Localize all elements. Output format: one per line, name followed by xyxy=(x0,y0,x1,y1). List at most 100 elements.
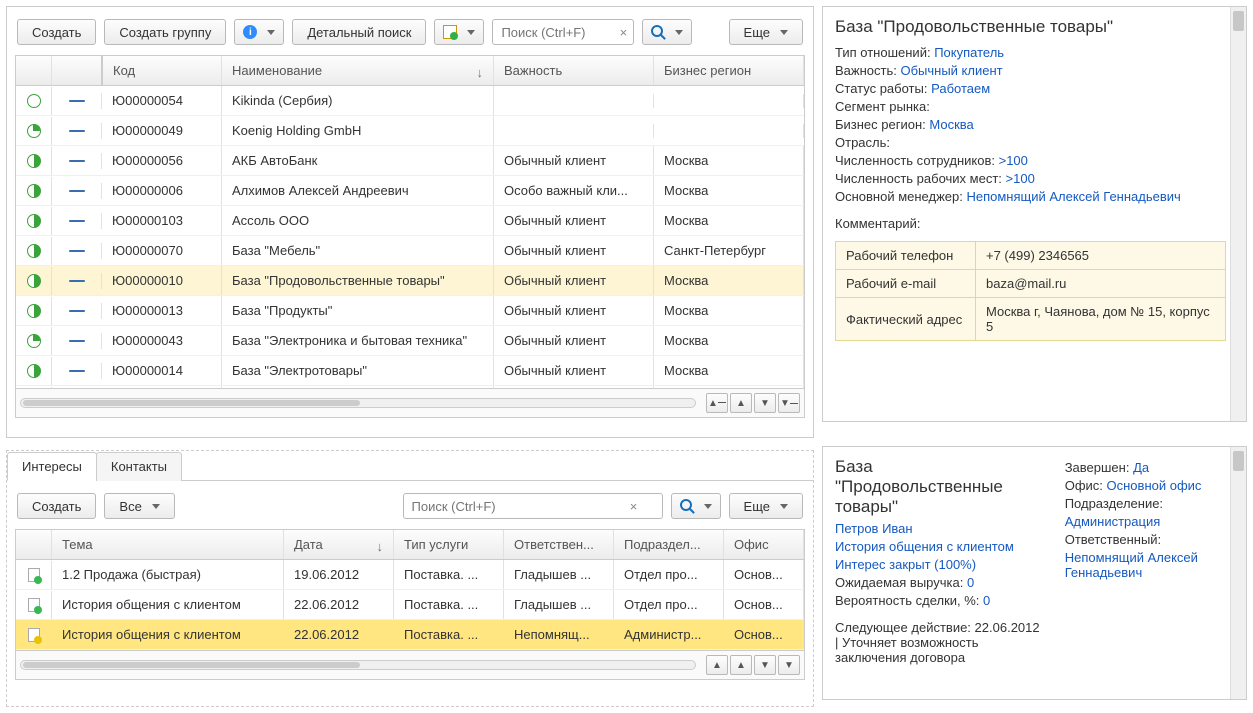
col-date[interactable]: Дата↓ xyxy=(284,530,394,559)
col-responsible[interactable]: Ответствен... xyxy=(504,530,614,559)
cell-responsible: Гладышев ... xyxy=(504,590,614,619)
interest-scrollbar[interactable] xyxy=(1230,447,1246,699)
bar-icon xyxy=(69,280,85,282)
table-row[interactable]: Ю00000010База "Продовольственные товары"… xyxy=(16,266,804,296)
search-input[interactable] xyxy=(493,21,613,44)
nav-first-button[interactable]: ▲ xyxy=(706,393,728,413)
interests-search-menu-button[interactable] xyxy=(671,493,721,519)
cell-name: База "Электротовары" xyxy=(222,356,494,385)
office-link[interactable]: Основной офис xyxy=(1107,478,1202,493)
interest-status-link[interactable]: Интерес закрыт (100%) xyxy=(835,557,976,572)
nav-up-button[interactable]: ▲ xyxy=(730,393,752,413)
cell-name: База "Продовольственные товары" xyxy=(222,266,494,295)
clear-icon[interactable]: × xyxy=(624,499,644,514)
col-code[interactable]: Код xyxy=(102,56,222,85)
table-row[interactable]: Ю00000043База "Электроника и бытовая тех… xyxy=(16,326,804,356)
interests-hscrollbar[interactable] xyxy=(20,660,696,670)
address-value: Москва г, Чаянова, дом № 15, корпус 5 xyxy=(976,298,1226,341)
table-row[interactable]: Ю00000049Koenig Holding GmbH xyxy=(16,116,804,146)
table-row[interactable]: 1.2 Продажа (быстрая)19.06.2012Поставка.… xyxy=(16,560,804,590)
clear-icon[interactable]: × xyxy=(613,25,633,40)
bar-icon xyxy=(69,340,85,342)
work-status-link[interactable]: Работаем xyxy=(931,81,990,96)
col-department[interactable]: Подраздел... xyxy=(614,530,724,559)
nav-up-button[interactable]: ▲ xyxy=(730,655,752,675)
col-importance[interactable]: Важность xyxy=(494,56,654,85)
bar-icon xyxy=(69,190,85,192)
create-button[interactable]: Создать xyxy=(17,19,96,45)
col-office[interactable]: Офис xyxy=(724,530,804,559)
cell-service: Поставка. ... xyxy=(394,560,504,589)
tab-interests[interactable]: Интересы xyxy=(7,452,97,481)
cell-region: Саратов xyxy=(654,386,804,388)
interests-create-button[interactable]: Создать xyxy=(17,493,96,519)
table-row[interactable]: Ю00000103Ассоль ООООбычный клиентМосква xyxy=(16,206,804,236)
cell-code: Ю00000043 xyxy=(102,326,222,355)
hscrollbar[interactable] xyxy=(20,398,696,408)
table-row[interactable]: История общения с клиентом22.06.2012Пост… xyxy=(16,620,804,650)
interests-all-button[interactable]: Все xyxy=(104,493,174,519)
search-menu-button[interactable] xyxy=(642,19,692,45)
table-row[interactable]: Ю00000006Алхимов Алексей АндреевичОсобо … xyxy=(16,176,804,206)
nav-down-button[interactable]: ▼ xyxy=(754,393,776,413)
table-row[interactable]: Ю00000070База "Мебель"Обычный клиентСанк… xyxy=(16,236,804,266)
cell-office: Основ... xyxy=(724,560,804,589)
table-row[interactable]: История общения с клиентом22.06.2012Пост… xyxy=(16,590,804,620)
col-theme[interactable]: Тема xyxy=(52,530,284,559)
search-box[interactable]: × xyxy=(492,19,634,45)
interests-search-input[interactable] xyxy=(404,495,624,518)
detail-search-button[interactable]: Детальный поиск xyxy=(292,19,426,45)
cell-service: Поставка. ... xyxy=(394,590,504,619)
importance-link[interactable]: Обычный клиент xyxy=(900,63,1002,78)
detail-scrollbar[interactable] xyxy=(1230,7,1246,421)
table-row[interactable]: Ф00000008БалашовОбычный клиентСаратов xyxy=(16,386,804,388)
bar-icon xyxy=(69,370,85,372)
cell-region: Москва xyxy=(654,146,804,175)
cell-responsible: Непомнящ... xyxy=(504,620,614,649)
info-menu-button[interactable]: i xyxy=(234,19,284,45)
interests-more-button[interactable]: Еще xyxy=(729,493,803,519)
tab-contacts[interactable]: Контакты xyxy=(96,452,182,481)
nav-last-button[interactable]: ▼ xyxy=(778,655,800,675)
bar-icon xyxy=(69,250,85,252)
workplaces-link[interactable]: >100 xyxy=(1006,171,1035,186)
pie-status-icon xyxy=(27,364,41,378)
bar-icon xyxy=(69,100,85,102)
col-service[interactable]: Тип услуги xyxy=(394,530,504,559)
interests-search-box[interactable]: × xyxy=(403,493,663,519)
manager-link[interactable]: Непомнящий Алексей Геннадьевич xyxy=(966,189,1180,204)
nav-first-button[interactable]: ▲ xyxy=(706,655,728,675)
more-menu-button[interactable]: Еще xyxy=(729,19,803,45)
region-link[interactable]: Москва xyxy=(929,117,973,132)
clients-grid-header: Код Наименование↓ Важность Бизнес регион xyxy=(16,56,804,86)
cell-importance: Обычный клиент xyxy=(494,296,654,325)
cell-theme: История общения с клиентом xyxy=(52,620,284,649)
pie-status-icon xyxy=(27,124,41,138)
relation-type-link[interactable]: Покупатель xyxy=(934,45,1004,60)
table-row[interactable]: Ю00000013База "Продукты"Обычный клиентМо… xyxy=(16,296,804,326)
phone-label: Рабочий телефон xyxy=(836,242,976,270)
clients-toolbar: Создать Создать группу i Детальный поиск… xyxy=(15,15,805,55)
table-row[interactable]: Ю00000014База "Электротовары"Обычный кли… xyxy=(16,356,804,386)
report-menu-button[interactable] xyxy=(434,19,484,45)
contact-link[interactable]: Петров Иван xyxy=(835,521,913,536)
history-link[interactable]: История общения с клиентом xyxy=(835,539,1014,554)
expected-revenue-value: 0 xyxy=(967,575,974,590)
info-icon: i xyxy=(243,25,257,39)
nav-down-button[interactable]: ▼ xyxy=(754,655,776,675)
table-row[interactable]: Ю00000054Kikinda (Сербия) xyxy=(16,86,804,116)
dept-link[interactable]: Администрация xyxy=(1065,514,1161,529)
cell-region: Москва xyxy=(654,356,804,385)
col-name[interactable]: Наименование↓ xyxy=(222,56,494,85)
cell-name: АКБ АвтоБанк xyxy=(222,146,494,175)
cell-date: 22.06.2012 xyxy=(284,590,394,619)
responsible-link[interactable]: Непомнящий Алексей Геннадьевич xyxy=(1065,550,1198,580)
create-group-button[interactable]: Создать группу xyxy=(104,19,226,45)
pie-status-icon xyxy=(27,184,41,198)
table-row[interactable]: Ю00000056АКБ АвтоБанкОбычный клиентМоскв… xyxy=(16,146,804,176)
cell-importance: Обычный клиент xyxy=(494,236,654,265)
col-region[interactable]: Бизнес регион xyxy=(654,56,804,85)
client-details-panel: База "Продовольственные товары" Тип отно… xyxy=(823,7,1246,351)
nav-last-button[interactable]: ▼ xyxy=(778,393,800,413)
employees-link[interactable]: >100 xyxy=(999,153,1028,168)
